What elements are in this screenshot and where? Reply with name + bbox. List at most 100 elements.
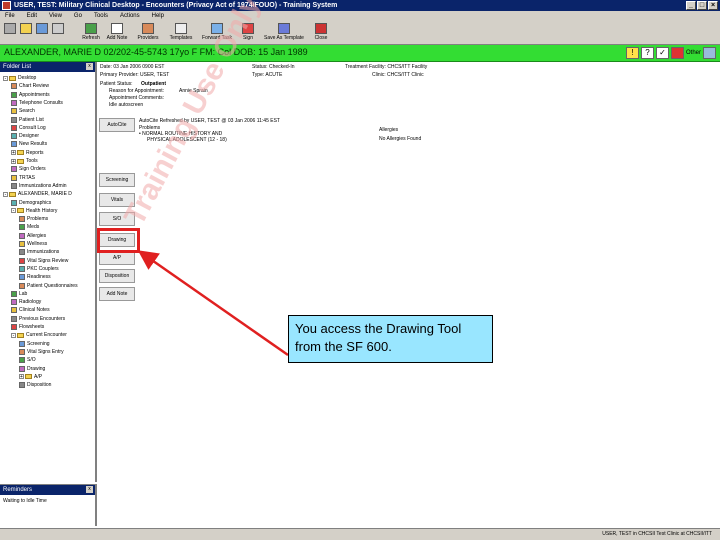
- folder-tree-label: Vital Signs Entry: [27, 348, 64, 355]
- folder-tree-item[interactable]: Drawing: [19, 365, 45, 373]
- autocite-button[interactable]: AutoCite: [99, 118, 135, 132]
- minimize-button[interactable]: _: [686, 1, 696, 10]
- expand-icon[interactable]: +: [11, 150, 16, 156]
- toolbar-nav[interactable]: [36, 23, 48, 35]
- menu-tools[interactable]: Tools: [94, 11, 108, 22]
- toolbar-folder[interactable]: [20, 23, 32, 35]
- module-icon: [11, 182, 17, 189]
- folder-tree-item[interactable]: Telephone Consults: [11, 99, 63, 107]
- add-note-side-button[interactable]: Add Note: [99, 287, 135, 301]
- save-as-template-button[interactable]: Save As Template: [258, 23, 310, 41]
- folder-tree-item[interactable]: Patient Questionnaires: [19, 282, 78, 290]
- folder-tree-label: PKC Couplers: [27, 265, 59, 272]
- vitals-button[interactable]: Vitals: [99, 193, 135, 207]
- collapse-icon[interactable]: -: [11, 332, 16, 338]
- folder-tree-item[interactable]: Patient List: [11, 116, 44, 124]
- expand-icon[interactable]: +: [11, 158, 16, 164]
- appointment-comments: Appointment Comments:: [109, 95, 165, 101]
- templates-button[interactable]: Templates: [166, 23, 196, 41]
- check-icon[interactable]: ✓: [655, 47, 669, 59]
- close-panel-icon[interactable]: x: [86, 63, 93, 70]
- folder-tree-label: Chart Review: [19, 83, 50, 90]
- folder-tree-item[interactable]: Designer: [11, 132, 39, 140]
- collapse-icon[interactable]: -: [3, 191, 8, 197]
- close-reminders-icon[interactable]: x: [86, 486, 93, 493]
- folder-icon: [20, 23, 32, 34]
- providers-button[interactable]: Providers: [134, 23, 162, 41]
- toolbar: Refresh Add Note Providers Templates For…: [0, 22, 720, 45]
- warning-icon[interactable]: !: [625, 47, 639, 59]
- folder-tree-item[interactable]: Screening: [19, 340, 50, 348]
- menu-actions[interactable]: Actions: [120, 11, 140, 22]
- close-button[interactable]: Close: [312, 23, 330, 41]
- maximize-button[interactable]: □: [697, 1, 707, 10]
- folder-tree-item[interactable]: Immunizations: [19, 248, 59, 256]
- menu-file[interactable]: File: [5, 11, 15, 22]
- folder-tree-item[interactable]: Wellness: [19, 240, 47, 248]
- module-icon: [11, 307, 17, 314]
- folder-tree-item[interactable]: New Results: [11, 140, 47, 148]
- folder-tree-item[interactable]: Immunizations Admin: [11, 182, 67, 190]
- folder-tree-item[interactable]: Readiness: [19, 273, 51, 281]
- menu-help[interactable]: Help: [152, 11, 164, 22]
- folder-tree-item[interactable]: Radiology: [11, 298, 41, 306]
- refresh-button[interactable]: Refresh: [80, 23, 102, 41]
- folder-tree-item[interactable]: Previous Encounters: [11, 315, 65, 323]
- folder-tree-item[interactable]: Vital Signs Entry: [19, 348, 64, 356]
- menu-go[interactable]: Go: [74, 11, 82, 22]
- folder-tree-item[interactable]: + Tools: [11, 157, 38, 165]
- folder-tree-item[interactable]: Demographics: [11, 199, 51, 207]
- module-icon: [19, 382, 25, 389]
- module-icon: [11, 299, 17, 306]
- folder-tree-item[interactable]: Lab: [11, 290, 27, 298]
- so-button[interactable]: S/O: [99, 212, 135, 226]
- folder-tree-item[interactable]: Clinical Notes: [11, 306, 50, 314]
- sign-button[interactable]: Sign: [240, 23, 256, 41]
- reminders-panel: Reminders x Waiting to Idle Time: [0, 484, 97, 526]
- folder-tree-item[interactable]: - Current Encounter: [11, 331, 67, 339]
- templates-icon: [175, 23, 187, 34]
- folder-tree-item[interactable]: Problems: [19, 215, 48, 223]
- module-icon: [19, 340, 25, 347]
- folder-tree-item[interactable]: Allergies: [19, 232, 46, 240]
- folder-tree-item[interactable]: + Reports: [11, 149, 44, 157]
- ap-button[interactable]: A/P: [99, 251, 135, 265]
- menu-edit[interactable]: Edit: [27, 11, 37, 22]
- folder-tree-item[interactable]: Consult Log: [11, 124, 46, 132]
- collapse-icon[interactable]: -: [3, 75, 8, 81]
- folder-tree-item[interactable]: Disposition: [19, 381, 51, 389]
- close-window-button[interactable]: ×: [708, 1, 718, 10]
- other-icon[interactable]: [703, 47, 716, 59]
- collapse-icon[interactable]: -: [11, 208, 16, 214]
- forward-task-button[interactable]: Forward Task: [198, 23, 236, 41]
- disposition-button[interactable]: Disposition: [99, 269, 135, 283]
- folder-tree-item[interactable]: TRTAS: [11, 174, 35, 182]
- toolbar-search[interactable]: [52, 23, 64, 35]
- screening-button[interactable]: Screening: [99, 173, 135, 187]
- folder-tree-item[interactable]: - Desktop: [3, 74, 36, 82]
- folder-list-header: Folder List x: [0, 62, 95, 72]
- encounter-date: Date: 03 Jan 2006 0900 EST: [100, 64, 165, 70]
- folder-tree-item[interactable]: + A/P: [19, 373, 42, 381]
- folder-tree-item[interactable]: Sign Orders: [11, 165, 46, 173]
- folder-tree-item[interactable]: - ALEXANDER, MARIE D: [3, 190, 72, 198]
- help-icon[interactable]: ?: [640, 47, 654, 59]
- folder-tree-item[interactable]: Meds: [19, 223, 39, 231]
- flag-icon[interactable]: [670, 47, 684, 59]
- menu-view[interactable]: View: [49, 11, 62, 22]
- add-note-button[interactable]: Add Note: [104, 23, 130, 41]
- folder-tree-item[interactable]: Vital Signs Review: [19, 257, 68, 265]
- folder-tree-item[interactable]: Chart Review: [11, 82, 49, 90]
- folder-tree-item[interactable]: Flowsheets: [11, 323, 44, 331]
- folder-tree-item[interactable]: S/O: [19, 356, 36, 364]
- folder-tree-item[interactable]: PKC Couplers: [19, 265, 59, 273]
- folder-tree-item[interactable]: Appointments: [11, 91, 50, 99]
- expand-icon[interactable]: +: [19, 374, 24, 380]
- other-label[interactable]: Other: [686, 50, 701, 56]
- toolbar-back[interactable]: [4, 23, 16, 35]
- module-icon: [19, 348, 25, 355]
- folder-tree-item[interactable]: - Health History: [11, 207, 57, 215]
- folder-tree-label: Search: [19, 108, 35, 115]
- folder-tree-item[interactable]: Search: [11, 107, 35, 115]
- folder-tree-label: ALEXANDER, MARIE D: [18, 191, 72, 198]
